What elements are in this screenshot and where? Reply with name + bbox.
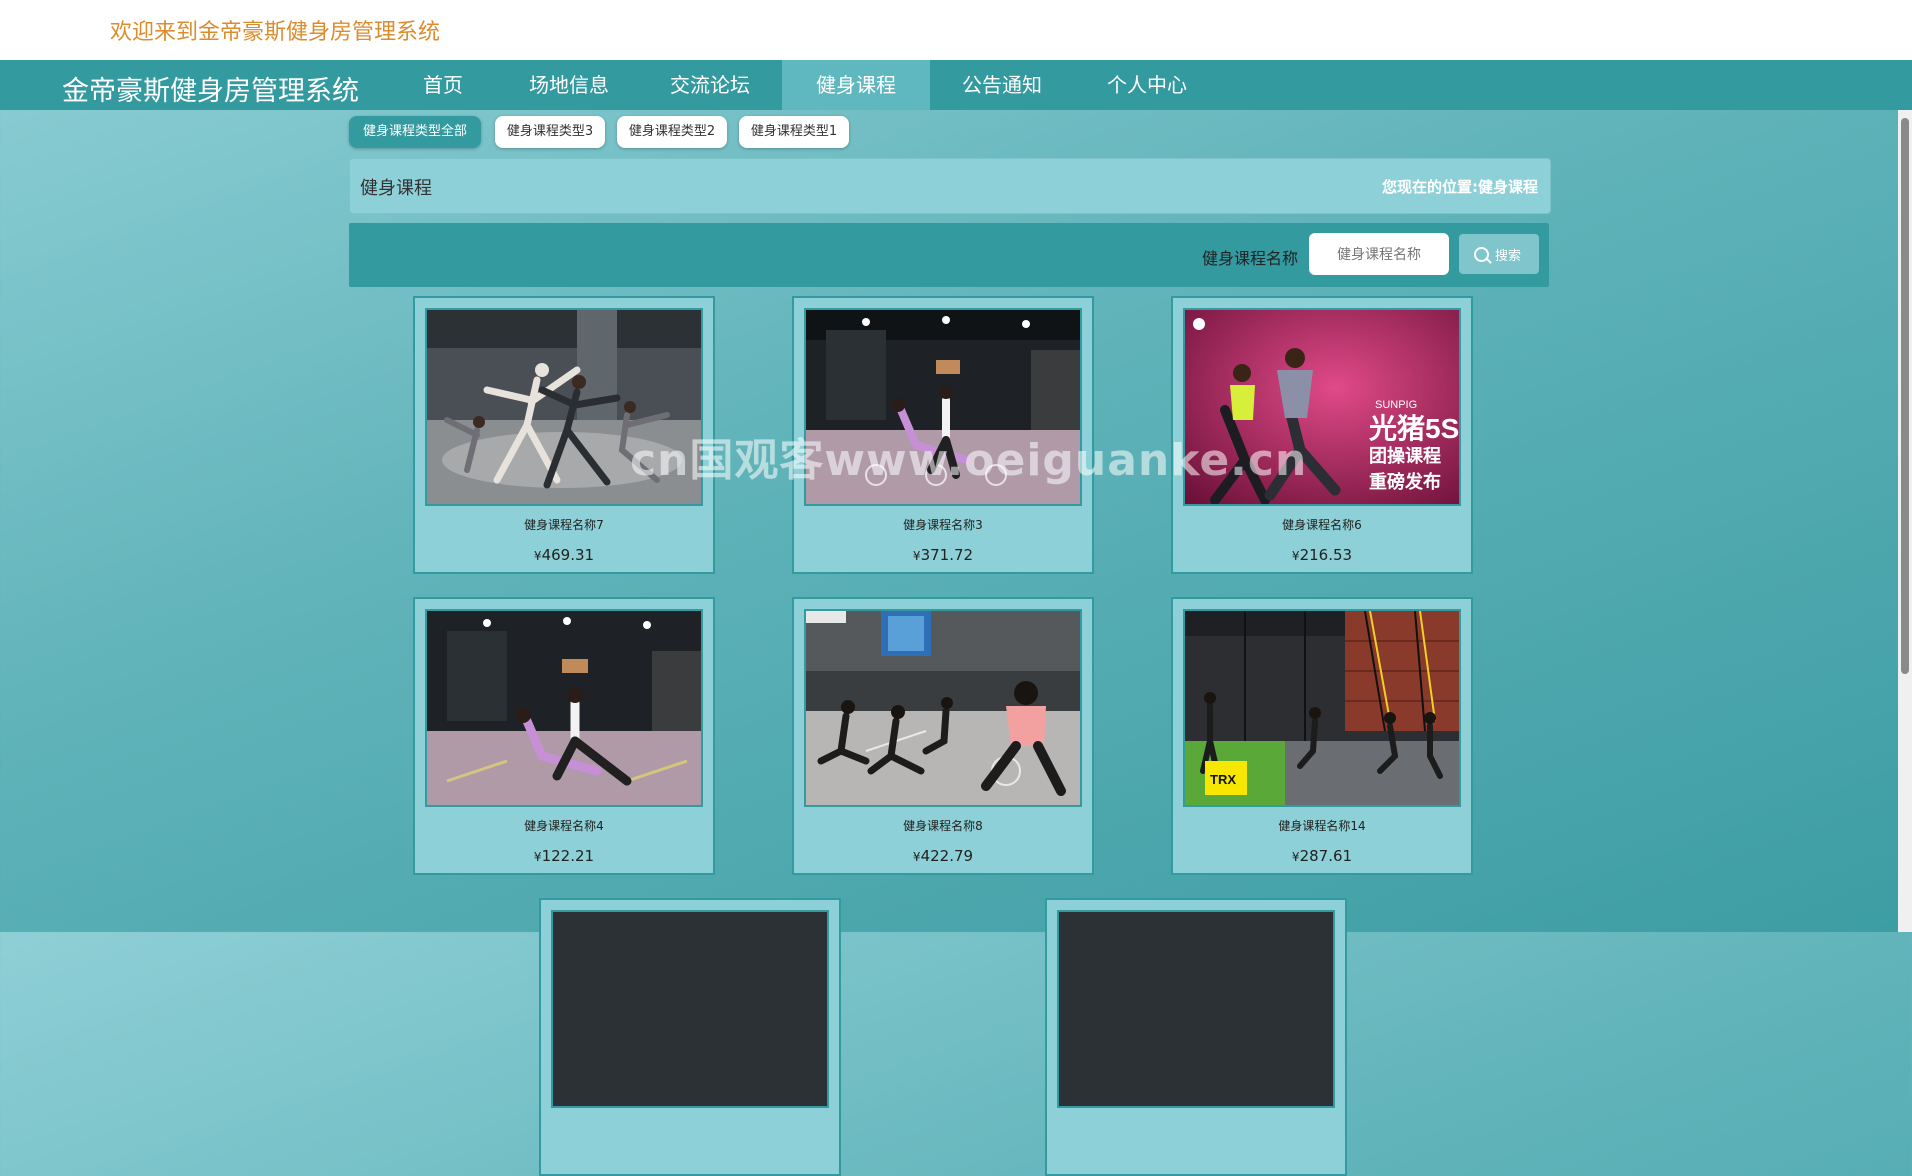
course-price: ¥216.53 — [1173, 546, 1471, 564]
search-icon — [1474, 247, 1489, 262]
scrollbar-thumb[interactable] — [1901, 118, 1909, 674]
nav-venue-info[interactable]: 场地信息 — [512, 60, 626, 110]
course-image[interactable]: TRX — [1183, 609, 1461, 807]
course-card[interactable] — [1045, 898, 1347, 1176]
nav-announcements[interactable]: 公告通知 — [946, 60, 1058, 110]
course-name[interactable]: 健身课程名称4 — [415, 817, 713, 834]
main-nav: 金帝豪斯健身房管理系统 首页 场地信息 交流论坛 健身课程 公告通知 个人中心 — [0, 60, 1912, 110]
course-photo — [427, 611, 701, 805]
breadcrumb-bar: 健身课程 您现在的位置:健身课程 — [349, 158, 1551, 214]
vertical-scrollbar[interactable] — [1898, 110, 1912, 932]
course-price-value: 216.53 — [1299, 546, 1353, 564]
course-name[interactable]: 健身课程名称14 — [1173, 817, 1471, 834]
course-card[interactable]: 健身课程名称4 ¥122.21 — [413, 597, 715, 875]
course-image[interactable] — [804, 609, 1082, 807]
watermark: cn国观客www.oeiguanke.cn — [630, 435, 1308, 486]
course-card[interactable] — [539, 898, 841, 1176]
poster-line1: 光猪5S — [1368, 413, 1459, 444]
currency-symbol: ¥ — [533, 549, 542, 563]
course-card[interactable]: TRX 健身课程名称14 ¥287.61 — [1171, 597, 1473, 875]
top-header: 欢迎来到金帝豪斯健身房管理系统 — [0, 0, 1912, 60]
nav-home[interactable]: 首页 — [400, 60, 486, 110]
course-photo — [806, 611, 1080, 805]
course-name[interactable]: 健身课程名称7 — [415, 516, 713, 533]
trx-logo: TRX — [1210, 772, 1236, 787]
course-name[interactable]: 健身课程名称6 — [1173, 516, 1471, 533]
site-brand[interactable]: 金帝豪斯健身房管理系统 — [62, 69, 359, 108]
course-photo — [553, 912, 827, 1106]
currency-symbol: ¥ — [1291, 850, 1300, 864]
course-image[interactable] — [551, 910, 829, 1108]
poster-line2: 团操课程 — [1369, 445, 1441, 466]
search-button-label: 搜索 — [1495, 249, 1522, 264]
course-price-value: 287.61 — [1299, 847, 1353, 865]
course-photo — [1059, 912, 1333, 1106]
nav-personal-center[interactable]: 个人中心 — [1090, 60, 1204, 110]
search-bar: 健身课程名称 搜索 — [349, 223, 1549, 287]
nav-forum[interactable]: 交流论坛 — [652, 60, 768, 110]
course-name[interactable]: 健身课程名称8 — [794, 817, 1092, 834]
breadcrumb-prefix: 您现在的位置: — [1381, 178, 1478, 196]
currency-symbol: ¥ — [1291, 549, 1300, 563]
poster-line3: 重磅发布 — [1369, 471, 1441, 492]
category-all[interactable]: 健身课程类型全部 — [349, 116, 481, 148]
course-price-value: 469.31 — [541, 546, 595, 564]
currency-symbol: ¥ — [912, 850, 921, 864]
category-type-3[interactable]: 健身课程类型3 — [495, 116, 605, 148]
breadcrumb: 您现在的位置:健身课程 — [1382, 176, 1538, 197]
course-image[interactable] — [1057, 910, 1335, 1108]
welcome-text: 欢迎来到金帝豪斯健身房管理系统 — [110, 20, 441, 45]
course-price: ¥371.72 — [794, 546, 1092, 564]
course-photo: TRX — [1185, 611, 1459, 805]
nav-fitness-courses[interactable]: 健身课程 — [782, 60, 930, 110]
search-label: 健身课程名称 — [1202, 249, 1299, 268]
course-card[interactable]: 健身课程名称8 ¥422.79 — [792, 597, 1094, 875]
course-price: ¥422.79 — [794, 847, 1092, 865]
course-price-value: 122.21 — [541, 847, 595, 865]
course-price: ¥122.21 — [415, 847, 713, 865]
course-price: ¥469.31 — [415, 546, 713, 564]
search-input[interactable] — [1309, 233, 1449, 275]
page-title: 健身课程 — [360, 178, 432, 199]
poster-brand: SUNPIG — [1375, 399, 1417, 411]
course-price-value: 371.72 — [920, 546, 974, 564]
course-image[interactable] — [425, 609, 703, 807]
course-name[interactable]: 健身课程名称3 — [794, 516, 1092, 533]
course-price: ¥287.61 — [1173, 847, 1471, 865]
breadcrumb-current[interactable]: 健身课程 — [1478, 178, 1538, 196]
category-type-2[interactable]: 健身课程类型2 — [617, 116, 727, 148]
currency-symbol: ¥ — [912, 549, 921, 563]
course-price-value: 422.79 — [920, 847, 974, 865]
search-button[interactable]: 搜索 — [1459, 234, 1539, 274]
category-type-1[interactable]: 健身课程类型1 — [739, 116, 849, 148]
currency-symbol: ¥ — [533, 850, 542, 864]
